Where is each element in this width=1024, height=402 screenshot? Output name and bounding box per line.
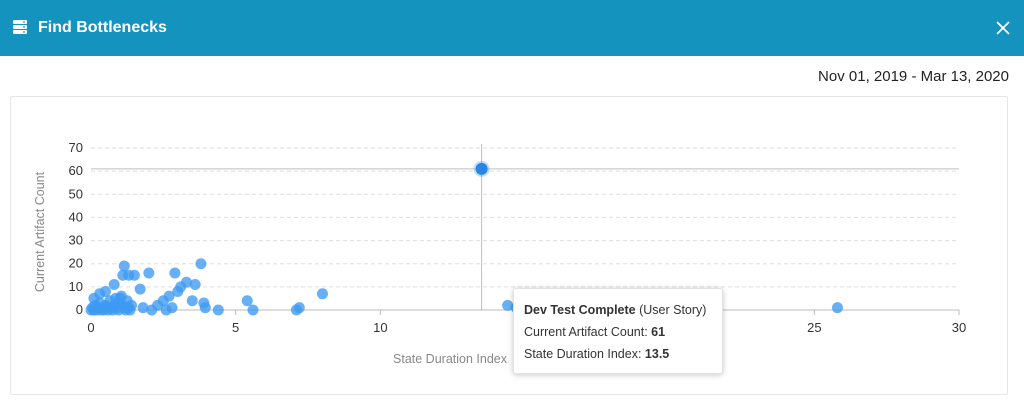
dialog-header: Find Bottlenecks <box>0 0 1024 56</box>
y-axis-title: Current Artifact Count <box>33 171 47 292</box>
data-point <box>108 279 120 291</box>
y-tick-label: 60 <box>69 163 83 178</box>
data-point <box>241 295 253 307</box>
tooltip-type: (User Story) <box>639 303 707 317</box>
data-point <box>143 267 155 279</box>
y-tick-label: 0 <box>76 302 83 317</box>
data-point <box>126 299 138 311</box>
tooltip-count-line: Current Artifact Count: 61 <box>524 325 722 347</box>
y-tick-label: 20 <box>69 256 83 271</box>
tooltip-count-value: 61 <box>651 325 666 339</box>
date-range: Nov 01, 2019 - Mar 13, 2020 <box>818 68 1009 85</box>
x-tick-label: 0 <box>87 320 94 335</box>
tooltip-name: Dev Test Complete <box>524 303 636 317</box>
data-point <box>186 295 198 307</box>
scatter-chart: 010203040506070051015202530State Duratio… <box>33 140 966 366</box>
close-icon <box>996 21 1010 35</box>
data-point <box>316 288 328 300</box>
x-tick-label: 30 <box>952 320 966 335</box>
data-point <box>199 302 211 314</box>
data-point <box>166 302 178 314</box>
y-tick-label: 10 <box>69 279 83 294</box>
point-tooltip: Dev Test Complete (User Story) Current A… <box>513 288 723 374</box>
highlight-point <box>475 162 488 175</box>
data-point <box>128 269 140 281</box>
y-tick-label: 50 <box>69 186 83 201</box>
data-point <box>189 279 201 291</box>
x-tick-label: 10 <box>373 320 387 335</box>
data-point <box>293 302 305 314</box>
data-point <box>134 283 146 295</box>
tooltip-duration-value: 13.5 <box>644 347 670 361</box>
data-point <box>831 302 843 314</box>
server-stack-icon <box>13 20 27 34</box>
x-tick-label: 25 <box>807 320 821 335</box>
data-point <box>247 304 259 316</box>
y-tick-label: 30 <box>69 233 83 248</box>
data-point <box>195 258 207 270</box>
data-point <box>212 304 224 316</box>
y-tick-label: 40 <box>69 209 83 224</box>
close-button[interactable] <box>992 17 1014 39</box>
data-point <box>169 267 181 279</box>
x-axis-title: State Duration Index <box>393 352 508 366</box>
data-point <box>99 285 111 297</box>
tooltip-count-label: Current Artifact Count: <box>524 325 648 339</box>
tooltip-duration-label: State Duration Index: <box>524 347 642 361</box>
chart-panel: 010203040506070051015202530State Duratio… <box>10 96 1008 395</box>
x-tick-label: 5 <box>232 320 239 335</box>
tooltip-title-line: Dev Test Complete (User Story) <box>524 303 722 325</box>
data-point <box>114 292 126 304</box>
tooltip-duration-line: State Duration Index: 13.5 <box>524 347 722 369</box>
y-tick-label: 70 <box>69 140 83 155</box>
dialog-title: Find Bottlenecks <box>38 19 167 36</box>
